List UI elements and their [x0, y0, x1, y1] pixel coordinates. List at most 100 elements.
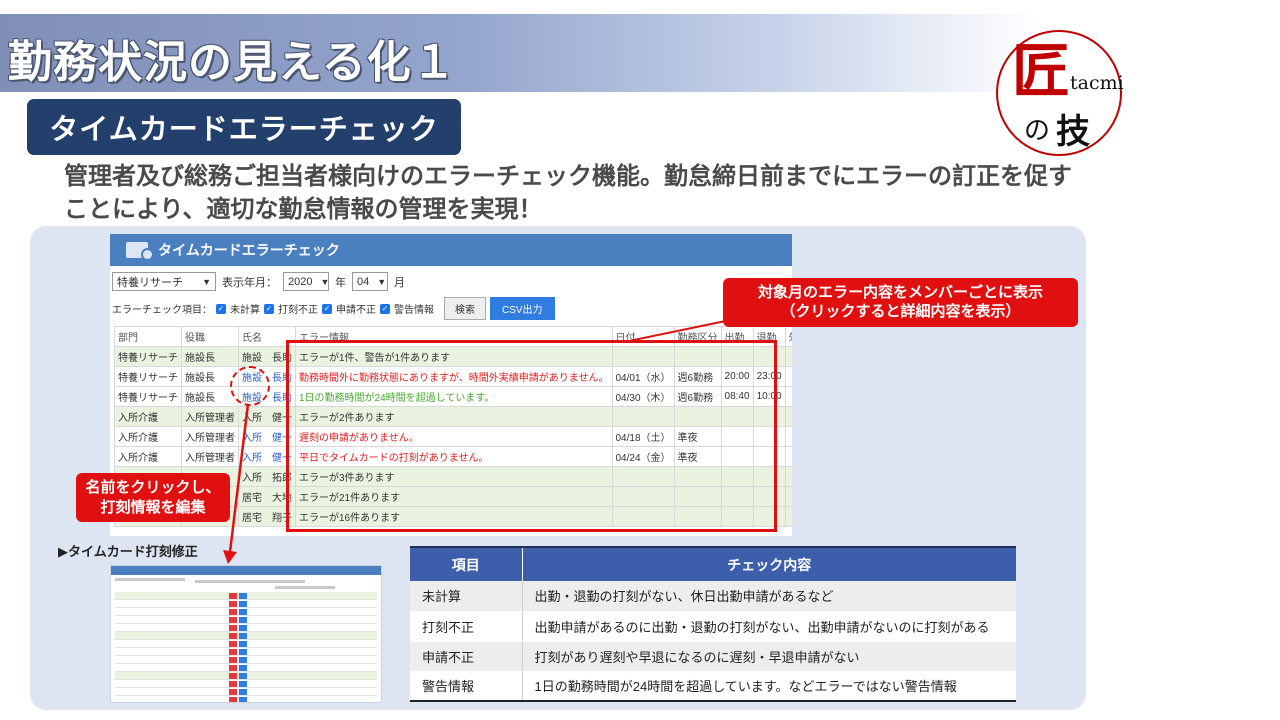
check-item: 打刻不正: [410, 611, 523, 642]
page-title: 勤務状況の見える化１: [8, 37, 457, 88]
cell-outing: [784, 386, 792, 407]
timecard-edit-label: ▶タイムカード打刻修正: [58, 545, 198, 560]
thumbnail-red-button: [229, 609, 237, 615]
thumbnail-blue-button: [239, 697, 247, 702]
thumbnail-blue-button: [239, 657, 247, 663]
filter-row: 特養リサーチ ▼ 表示年月： 2020 ▼ 年 04 ▼ 月: [112, 272, 405, 291]
cell-role: 入所管理者: [181, 406, 239, 427]
check-content: 1日の勤務時間が24時間を超過しています。などエラーではない警告情報: [522, 671, 1016, 702]
csv-export-button[interactable]: CSV出力: [490, 297, 555, 320]
thumbnail-blue-button: [239, 673, 247, 679]
logo-waza: 技: [1056, 112, 1090, 152]
slide: 勤務状況の見える化１ 匠 tacmi の 技 タイムカードエラーチェック 管理者…: [0, 0, 1280, 720]
checkbox-warning[interactable]: ✓: [380, 303, 390, 314]
cell-outing: [784, 426, 792, 447]
col-header: 部門: [114, 326, 182, 347]
thumbnail-blue-button: [239, 689, 247, 695]
cell-outing: [784, 346, 792, 367]
col-header: 役職: [181, 326, 239, 347]
error-area-highlight: [286, 340, 777, 532]
checkbox-invalid-stamp[interactable]: ✓: [264, 303, 274, 314]
thumbnail-blue-button: [239, 617, 247, 623]
thumbnail-red-button: [229, 681, 237, 687]
check-items-row: エラーチェック項目： ✓ 未計算 ✓ 打刻不正 ✓ 申請不正 ✓ 警告情報 検索…: [112, 297, 555, 320]
callout-line: 名前をクリックし、: [85, 478, 221, 496]
check-item: 警告情報: [410, 671, 523, 702]
thumbnail-line: [115, 578, 185, 581]
check-items-label: エラーチェック項目：: [112, 305, 212, 316]
year-select-value: 2020: [288, 275, 313, 288]
month-select-value: 04: [357, 275, 370, 288]
checkbox-invalid-request[interactable]: ✓: [322, 303, 332, 314]
table-row: 打刻不正 出勤申請があるのに出勤・退勤の打刻がない、出勤申請がないのに打刻がある: [410, 611, 1016, 642]
thumbnail-row: [115, 632, 377, 640]
check-item: 未計算: [410, 581, 523, 612]
timecard-edit-thumbnail: [110, 565, 382, 703]
month-unit: 月: [394, 276, 405, 289]
thumbnail-row: [115, 688, 377, 696]
timecard-icon: [126, 242, 154, 261]
thumbnail-line: [275, 586, 335, 589]
month-select[interactable]: 04 ▼: [352, 272, 388, 291]
thumbnail-row: [115, 600, 377, 608]
department-select-value: 特養リサーチ: [117, 276, 183, 289]
app-header: タイムカードエラーチェック: [110, 234, 792, 266]
thumbnail-row: [115, 664, 377, 672]
callout-edit-stamp: 名前をクリックし、 打刻情報を編集: [76, 473, 230, 522]
logo-no: の: [1024, 116, 1051, 146]
year-unit: 年: [335, 276, 346, 289]
callout-line: （クリックすると詳細内容を表示）: [780, 302, 1021, 320]
thumbnail-red-button: [229, 601, 237, 607]
check-item: 申請不正: [410, 641, 523, 672]
callout-line: 対象月のエラー内容をメンバーごとに表示: [757, 283, 1043, 301]
cell-department: 入所介護: [114, 426, 182, 447]
check-content: 打刻があり遅刻や早退になるのに遅刻・早退申請がない: [522, 641, 1016, 672]
app-header-title: タイムカードエラーチェック: [158, 242, 340, 258]
thumbnail-blue-button: [239, 593, 247, 599]
col-header-content: チェック内容: [521, 546, 1016, 581]
thumbnail-header: [111, 566, 381, 575]
chevron-down-icon: ▼: [320, 276, 330, 287]
checkbox-uncalculated[interactable]: ✓: [216, 303, 226, 314]
thumbnail-blue-button: [239, 649, 247, 655]
thumbnail-red-button: [229, 625, 237, 631]
check-content: 出勤申請があるのに出勤・退勤の打刻がない、出勤申請がないのに打刻がある: [522, 611, 1016, 642]
checkbox-label: 申請不正: [336, 305, 376, 316]
thumbnail-red-button: [229, 657, 237, 663]
cell-department: 特養リサーチ: [114, 366, 182, 387]
cell-department: 特養リサーチ: [114, 346, 182, 367]
chevron-down-icon: ▼: [377, 276, 387, 287]
col-header-item: 項目: [410, 546, 522, 581]
thumbnail-red-button: [229, 697, 237, 702]
check-items-table: 項目 チェック内容 未計算 出勤・退勤の打刻がない、休日出勤申請があるなど 打刻…: [410, 546, 1016, 702]
check-table-header: 項目 チェック内容: [410, 546, 1016, 581]
checkbox-label: 打刻不正: [278, 305, 318, 316]
callout-line: 打刻情報を編集: [100, 498, 206, 516]
logo-roman: tacmi: [1070, 72, 1124, 94]
thumbnail-red-button: [229, 649, 237, 655]
cell-department: 入所介護: [114, 446, 182, 467]
thumbnail-row: [115, 656, 377, 664]
cell-outing: [784, 466, 792, 487]
thumbnail-red-button: [229, 641, 237, 647]
thumbnail-red-button: [229, 665, 237, 671]
cell-outing: [784, 506, 792, 527]
thumbnail-row: [115, 592, 377, 600]
year-select[interactable]: 2020 ▼: [283, 272, 329, 291]
thumbnail-blue-button: [239, 665, 247, 671]
callout-error-display: 対象月のエラー内容をメンバーごとに表示 （クリックすると詳細内容を表示）: [723, 278, 1078, 327]
thumbnail-blue-button: [239, 601, 247, 607]
thumbnail-red-button: [229, 689, 237, 695]
search-button[interactable]: 検索: [444, 297, 486, 320]
thumbnail-blue-button: [239, 609, 247, 615]
department-select[interactable]: 特養リサーチ ▼: [112, 272, 216, 291]
chevron-down-icon: ▼: [202, 276, 211, 287]
cell-outing: [784, 406, 792, 427]
cell-role: 入所管理者: [181, 426, 239, 447]
thumbnail-line: [195, 580, 305, 583]
thumbnail-row: [115, 640, 377, 648]
thumbnail-red-button: [229, 617, 237, 623]
thumbnail-row: [115, 696, 377, 702]
table-row: 未計算 出勤・退勤の打刻がない、休日出勤申請があるなど: [410, 581, 1016, 612]
cell-outing: [784, 486, 792, 507]
